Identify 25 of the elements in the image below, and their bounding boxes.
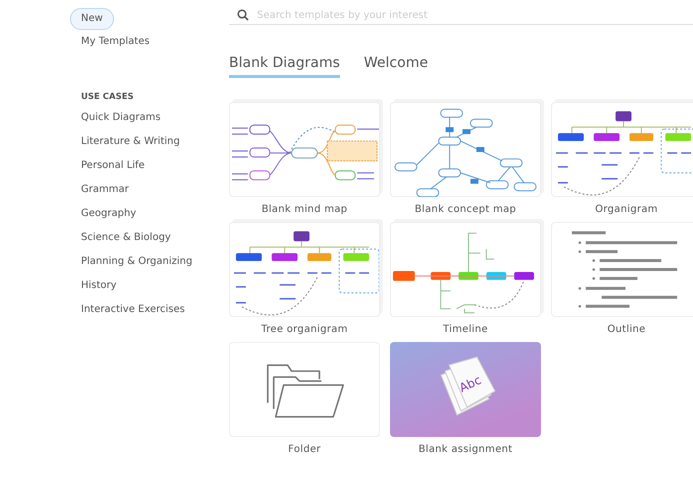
category-link[interactable]: Geography [70,202,148,226]
category-link[interactable]: Quick Diagrams [70,106,172,130]
paper-text: Abc [456,372,483,395]
template-name: Folder [288,444,321,455]
category-link[interactable]: Interactive Exercises [70,298,196,322]
template-name: Blank assignment [418,444,513,455]
category-link[interactable]: History [70,274,128,298]
nav-link[interactable]: My Templates [70,30,161,54]
category-link[interactable]: Grammar [70,178,140,202]
template-thumbnail[interactable]: Abc [390,342,541,437]
section-heading: USE CASES [81,92,134,102]
category-link[interactable]: Personal Life [70,154,156,178]
template-name: Blank mind map [262,204,348,215]
new-button[interactable]: New [70,8,114,30]
category-link[interactable]: Planning & Organizing [70,250,204,274]
template-name: Tree organigram [261,324,348,335]
tab[interactable]: Blank Diagrams [229,55,340,78]
tab[interactable]: Welcome [364,55,428,78]
category-link[interactable]: Science & Biology [70,226,182,250]
template-name: Blank concept map [414,204,516,215]
search-icon [237,9,249,21]
template-name: Outline [607,324,646,335]
category-link[interactable]: Literature & Writing [70,130,191,154]
template-name: Organigram [595,204,658,215]
template-name: Timeline [443,324,488,335]
